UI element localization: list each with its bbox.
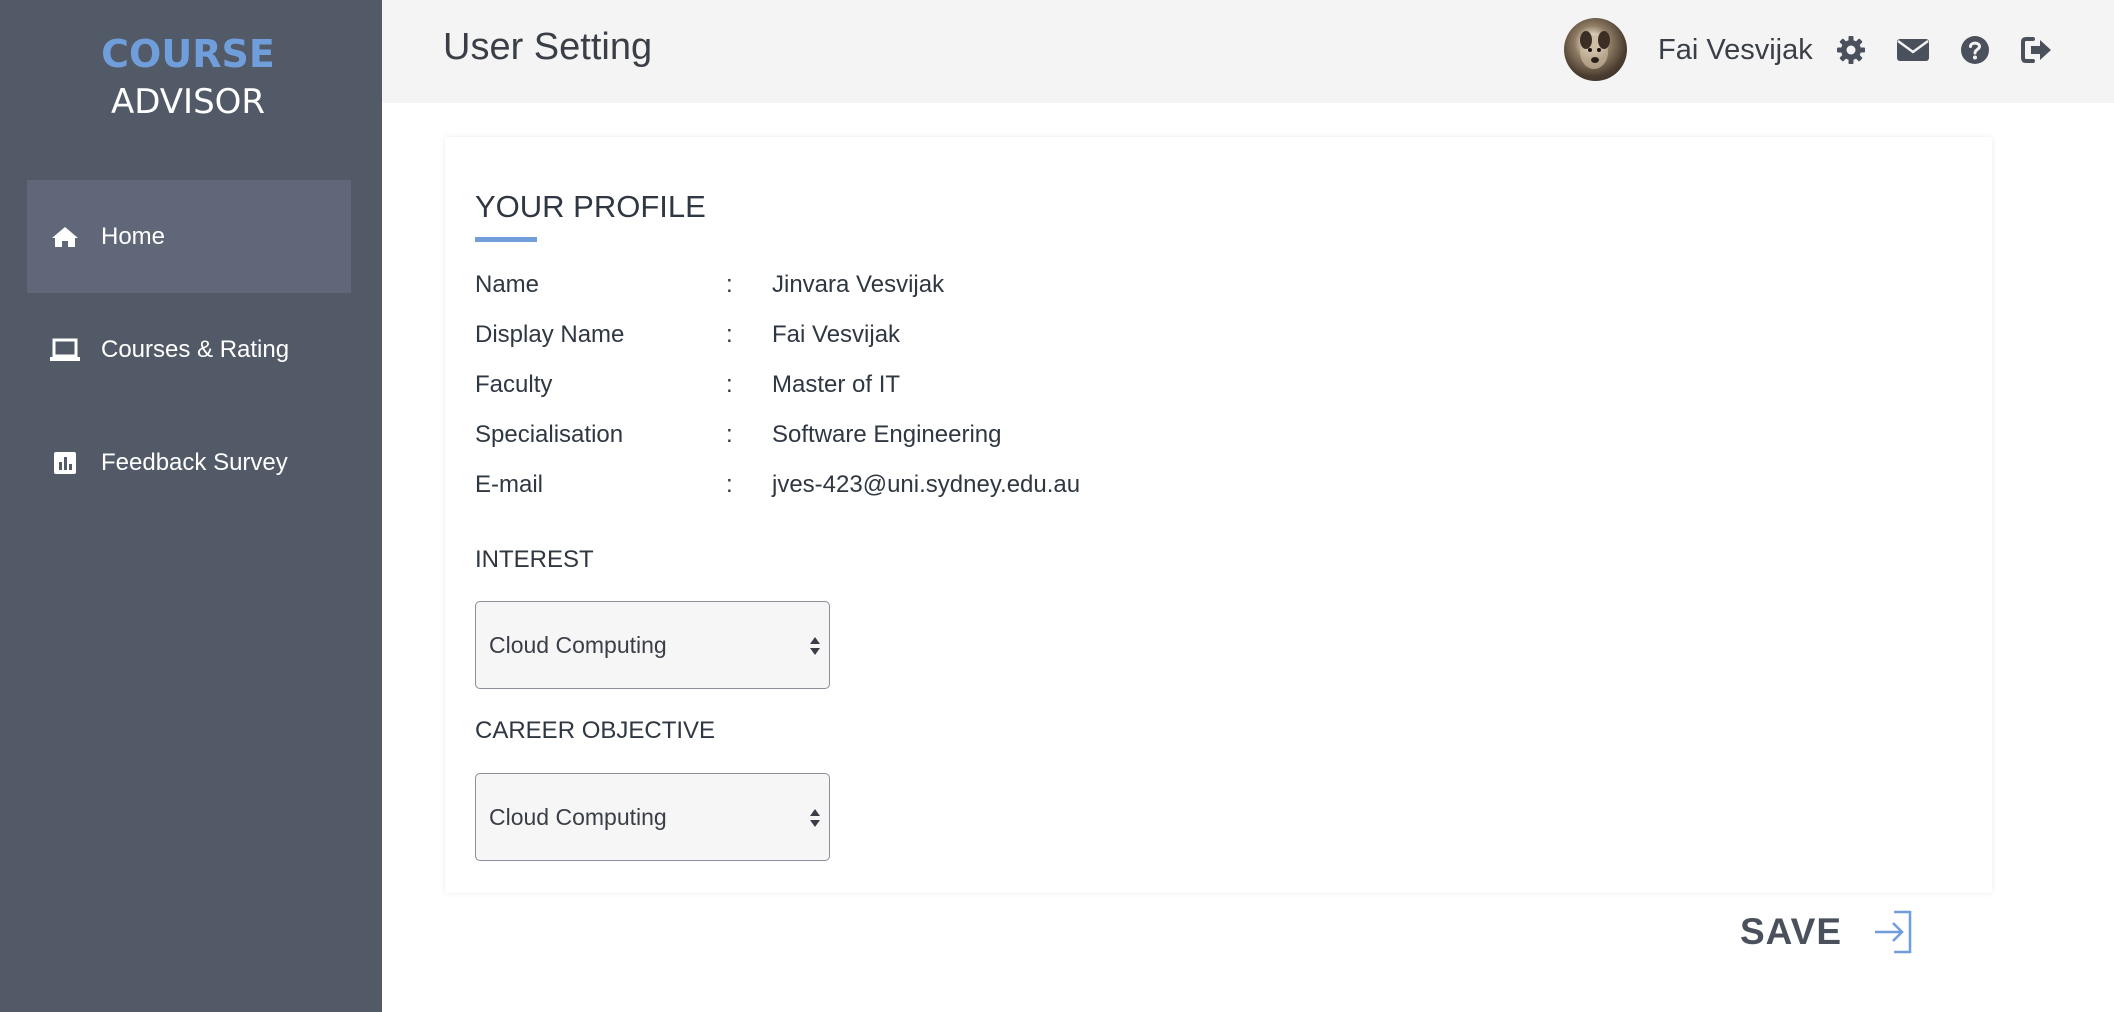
select-arrows-icon	[810, 637, 820, 655]
user-name[interactable]: Fai Vesvijak	[1658, 34, 1813, 67]
laptop-icon	[49, 334, 81, 366]
row-value: Master of IT	[772, 371, 901, 398]
row-label: E-mail	[475, 471, 544, 498]
save-button[interactable]: SAVE	[1740, 906, 1914, 958]
sidebar-item-feedback-survey[interactable]: Feedback Survey	[27, 406, 351, 519]
envelope-icon[interactable]	[1896, 33, 1930, 67]
row-value: Software Engineering	[772, 421, 1002, 448]
row-colon: :	[726, 371, 733, 398]
logo-text-advisor: ADVISOR	[110, 82, 266, 122]
interest-label: INTEREST	[475, 546, 594, 573]
title-underline	[475, 237, 537, 242]
row-label: Specialisation	[475, 421, 624, 448]
logout-icon[interactable]	[2020, 33, 2054, 67]
interest-selected-value: Cloud Computing	[489, 631, 667, 658]
row-colon: :	[726, 321, 733, 348]
row-value: Fai Vesvijak	[772, 321, 901, 348]
sidebar-item-home[interactable]: Home	[27, 180, 351, 293]
row-colon: :	[726, 271, 733, 298]
profile-card: YOUR PROFILE Name : Jinvara Vesvijak Dis…	[445, 137, 1992, 893]
page-title: User Setting	[443, 26, 653, 68]
logo-text-course: COURSE	[101, 32, 275, 76]
section-title: YOUR PROFILE	[475, 189, 706, 224]
sidebar-item-label: Feedback Survey	[101, 448, 288, 476]
home-icon	[49, 221, 81, 253]
career-selected-value: Cloud Computing	[489, 803, 667, 830]
interest-select[interactable]: Cloud Computing	[475, 601, 830, 689]
row-value: jves-423@uni.sydney.edu.au	[772, 471, 1081, 498]
row-colon: :	[726, 471, 733, 498]
sign-in-arrow-icon	[1875, 910, 1912, 954]
help-icon[interactable]	[1958, 33, 1992, 67]
career-objective-label: CAREER OBJECTIVE	[475, 717, 716, 744]
gear-icon[interactable]	[1834, 33, 1868, 67]
sidebar-item-label: Courses & Rating	[101, 335, 290, 363]
save-label: SAVE	[1740, 911, 1843, 952]
row-colon: :	[726, 421, 733, 448]
row-label: Display Name	[475, 321, 625, 348]
career-objective-select[interactable]: Cloud Computing	[475, 773, 830, 861]
row-value: Jinvara Vesvijak	[772, 271, 945, 298]
sidebar-item-courses-rating[interactable]: Courses & Rating	[27, 293, 351, 406]
sidebar-item-label: Home	[101, 222, 166, 250]
select-arrows-icon	[810, 809, 820, 827]
app-logo[interactable]: COURSE ADVISOR	[0, 30, 376, 126]
avatar[interactable]	[1564, 18, 1627, 81]
row-label: Name	[475, 271, 540, 298]
header-bar: User Setting Fai Vesvijak	[382, 0, 2114, 103]
bar-chart-icon	[49, 447, 81, 479]
row-label: Faculty	[475, 371, 553, 398]
sidebar: COURSE ADVISOR Home Courses & Rating Fee…	[0, 0, 382, 1012]
